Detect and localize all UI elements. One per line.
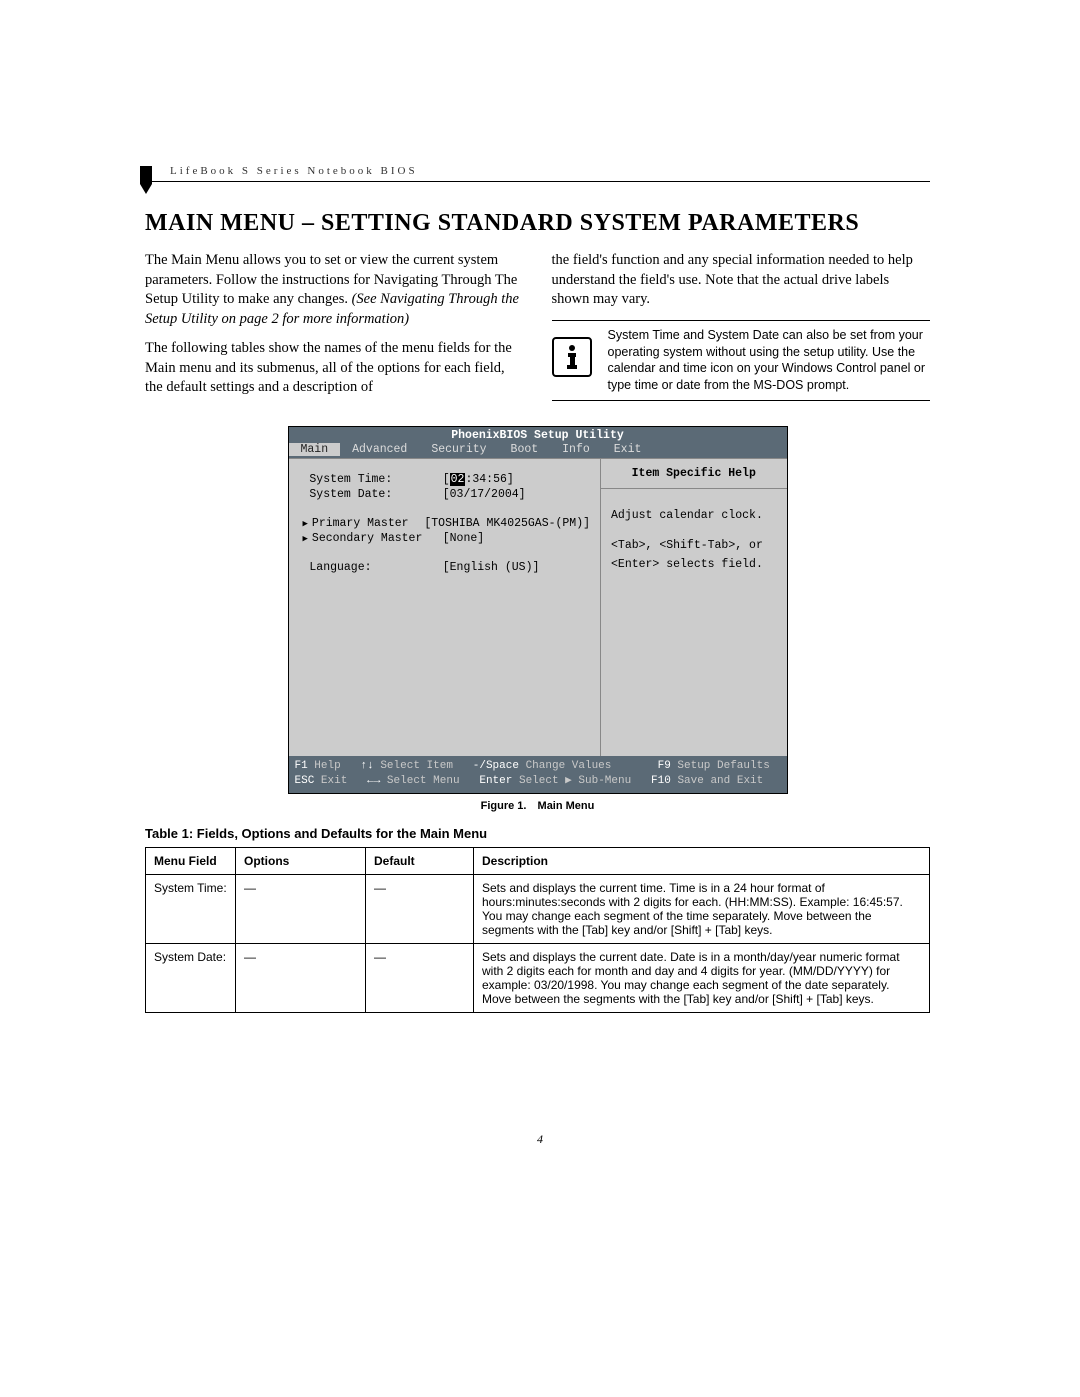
table-header-row: Menu Field Options Default Description: [146, 847, 930, 874]
bios-screenshot: PhoenixBIOS Setup Utility MainAdvancedSe…: [288, 426, 788, 794]
right-p1: the field's function and any special inf…: [552, 251, 931, 310]
page-title: MAIN MENU – SETTING STANDARD SYSTEM PARA…: [145, 210, 930, 237]
running-header: LifeBook S Series Notebook BIOS: [170, 165, 930, 177]
table-cell-desc: Sets and displays the current date. Date…: [474, 943, 930, 1012]
bios-tab-info[interactable]: Info: [550, 443, 602, 456]
table-cell-default: —: [366, 943, 474, 1012]
info-note-text: System Time and System Date can also be …: [608, 327, 931, 395]
bios-title: PhoenixBIOS Setup Utility: [289, 427, 787, 442]
bios-tab-security[interactable]: Security: [419, 443, 498, 456]
bios-field-label: Language:: [303, 561, 443, 574]
figure-number: Figure 1.: [481, 800, 527, 812]
bios-help-line1: Adjust calendar clock.: [611, 507, 776, 525]
th-options: Options: [236, 847, 366, 874]
bios-help-pane: Item Specific Help Adjust calendar clock…: [601, 458, 786, 756]
table-cell-default: —: [366, 874, 474, 943]
header-rule: [145, 181, 930, 182]
figure-text: Main Menu: [538, 800, 595, 812]
bios-field-row[interactable]: System Date:[03/17/2004]: [303, 488, 591, 501]
bios-tab-boot[interactable]: Boot: [499, 443, 551, 456]
table-title: Table 1: Fields, Options and Defaults fo…: [145, 826, 930, 841]
figure-caption: Figure 1. Main Menu: [145, 800, 930, 812]
table-cell-options: —: [236, 943, 366, 1012]
bios-field-value[interactable]: [03/17/2004]: [443, 488, 590, 501]
bios-help-body: Adjust calendar clock. <Tab>, <Shift-Tab…: [601, 489, 786, 592]
table-cell-field: System Date:: [146, 943, 236, 1012]
table-row: System Time:——Sets and displays the curr…: [146, 874, 930, 943]
two-column-body: The Main Menu allows you to set or view …: [145, 251, 930, 408]
bios-field-label: System Date:: [303, 488, 443, 501]
bios-tab-main[interactable]: Main: [289, 443, 341, 456]
bios-field-row[interactable]: System Time:[02:34:56]: [303, 473, 591, 486]
bios-field-row[interactable]: Primary Master[TOSHIBA MK4025GAS-(PM)]: [303, 517, 591, 530]
bios-footer: F1 Help ↑↓ Select Item -/Space Change Va…: [289, 756, 787, 793]
bios-field-row[interactable]: Secondary Master[None]: [303, 532, 591, 545]
bios-field-row[interactable]: Language:[English (US)]: [303, 561, 591, 574]
page: LifeBook S Series Notebook BIOS MAIN MEN…: [0, 0, 1080, 1397]
page-number: 4: [0, 1132, 1080, 1147]
page-ornament-icon: [140, 166, 154, 194]
bios-help-line2: <Tab>, <Shift-Tab>, or <Enter> selects f…: [611, 537, 776, 574]
bios-field-label: Primary Master: [303, 517, 425, 530]
table-cell-options: —: [236, 874, 366, 943]
left-p2: The following tables show the names of t…: [145, 339, 524, 398]
table-row: System Date:——Sets and displays the curr…: [146, 943, 930, 1012]
bios-field-value[interactable]: [None]: [443, 532, 590, 545]
th-description: Description: [474, 847, 930, 874]
fields-table: Menu Field Options Default Description S…: [145, 847, 930, 1013]
bios-tabs: MainAdvancedSecurityBootInfoExit: [289, 442, 787, 458]
bios-fields-pane: System Time:[02:34:56] System Date:[03/1…: [289, 458, 602, 756]
bios-field-value[interactable]: [02:34:56]: [443, 473, 590, 486]
info-icon: [552, 337, 592, 377]
bios-field-value[interactable]: [English (US)]: [443, 561, 590, 574]
th-default: Default: [366, 847, 474, 874]
bios-field-label: System Time:: [303, 473, 443, 486]
bios-tab-advanced[interactable]: Advanced: [340, 443, 419, 456]
column-left: The Main Menu allows you to set or view …: [145, 251, 524, 408]
table-cell-field: System Time:: [146, 874, 236, 943]
info-note: System Time and System Date can also be …: [552, 320, 931, 402]
bios-tab-exit[interactable]: Exit: [602, 443, 654, 456]
bios-field-value[interactable]: [TOSHIBA MK4025GAS-(PM)]: [424, 517, 590, 530]
column-right: the field's function and any special inf…: [552, 251, 931, 408]
th-menu-field: Menu Field: [146, 847, 236, 874]
table-cell-desc: Sets and displays the current time. Time…: [474, 874, 930, 943]
bios-help-title: Item Specific Help: [601, 459, 786, 489]
bios-field-label: Secondary Master: [303, 532, 443, 545]
